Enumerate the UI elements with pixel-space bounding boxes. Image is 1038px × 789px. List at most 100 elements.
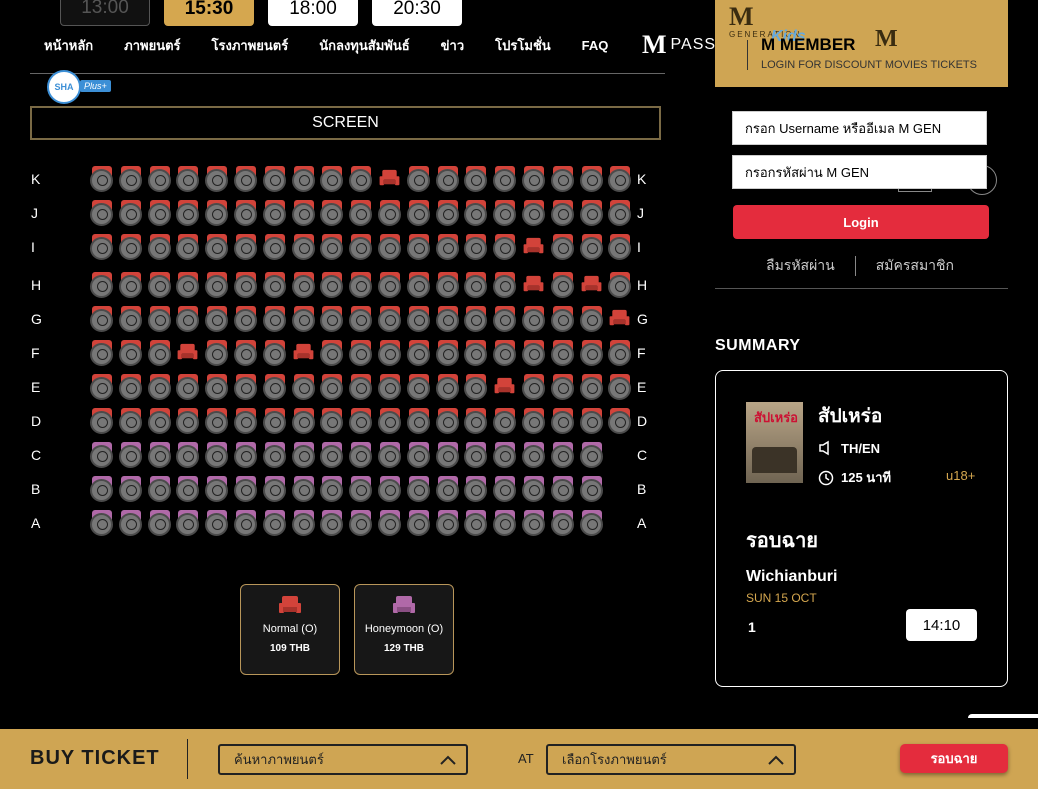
seat-f13[interactable] <box>436 340 460 366</box>
seat-e13[interactable] <box>436 374 460 400</box>
seat-j15[interactable] <box>493 200 517 226</box>
seat-b18[interactable] <box>580 476 604 502</box>
seat-a12[interactable] <box>407 510 431 536</box>
seat-h15[interactable] <box>493 272 517 298</box>
seat-f14[interactable] <box>464 340 488 366</box>
seat-j9[interactable] <box>320 200 344 226</box>
seat-h19[interactable] <box>608 272 632 298</box>
seat-b8[interactable] <box>292 476 316 502</box>
seat-j2[interactable] <box>119 200 143 226</box>
seat-f9[interactable] <box>320 340 344 366</box>
seat-a14[interactable] <box>464 510 488 536</box>
seat-f7[interactable] <box>263 340 287 366</box>
seat-a9[interactable] <box>320 510 344 536</box>
seat-f1[interactable] <box>90 340 114 366</box>
password-input[interactable]: กรอกรหัสผ่าน M GEN <box>732 155 987 189</box>
seat-h7[interactable] <box>263 272 287 298</box>
seat-e17[interactable] <box>551 374 575 400</box>
seat-j4[interactable] <box>176 200 200 226</box>
seat-i6[interactable] <box>234 234 258 260</box>
seat-g3[interactable] <box>148 306 172 332</box>
seat-a15[interactable] <box>493 510 517 536</box>
seat-e19[interactable] <box>608 374 632 400</box>
seat-e3[interactable] <box>148 374 172 400</box>
seat-g16[interactable] <box>522 306 546 332</box>
seat-h18[interactable] <box>580 272 604 298</box>
seat-d12[interactable] <box>407 408 431 434</box>
seat-g10[interactable] <box>349 306 373 332</box>
nav-investor[interactable]: นักลงทุนสัมพันธ์ <box>319 35 409 56</box>
seat-k9[interactable] <box>320 166 344 192</box>
seat-j17[interactable] <box>551 200 575 226</box>
seat-a7[interactable] <box>263 510 287 536</box>
seat-k14[interactable] <box>464 166 488 192</box>
seat-k11[interactable] <box>378 166 402 192</box>
seat-g19[interactable] <box>608 306 632 332</box>
seat-j11[interactable] <box>378 200 402 226</box>
seat-e7[interactable] <box>263 374 287 400</box>
seat-f4[interactable] <box>176 340 200 366</box>
seat-b2[interactable] <box>119 476 143 502</box>
seat-h6[interactable] <box>234 272 258 298</box>
seat-h10[interactable] <box>349 272 373 298</box>
seat-e2[interactable] <box>119 374 143 400</box>
seat-j1[interactable] <box>90 200 114 226</box>
seat-a3[interactable] <box>148 510 172 536</box>
login-button[interactable]: Login <box>733 205 989 239</box>
seat-g6[interactable] <box>234 306 258 332</box>
seat-b15[interactable] <box>493 476 517 502</box>
seat-a6[interactable] <box>234 510 258 536</box>
seat-h13[interactable] <box>436 272 460 298</box>
seat-e12[interactable] <box>407 374 431 400</box>
seat-f16[interactable] <box>522 340 546 366</box>
seat-f11[interactable] <box>378 340 402 366</box>
seat-c9[interactable] <box>320 442 344 468</box>
seat-e10[interactable] <box>349 374 373 400</box>
seat-a16[interactable] <box>522 510 546 536</box>
seat-h2[interactable] <box>119 272 143 298</box>
seat-i17[interactable] <box>551 234 575 260</box>
seat-c1[interactable] <box>90 442 114 468</box>
seat-i13[interactable] <box>436 234 460 260</box>
seat-c3[interactable] <box>148 442 172 468</box>
seat-k19[interactable] <box>608 166 632 192</box>
seat-c13[interactable] <box>436 442 460 468</box>
seat-k1[interactable] <box>90 166 114 192</box>
nav-news[interactable]: ข่าว <box>441 35 465 56</box>
seat-e5[interactable] <box>205 374 229 400</box>
seat-i2[interactable] <box>119 234 143 260</box>
seat-c10[interactable] <box>349 442 373 468</box>
seat-f18[interactable] <box>580 340 604 366</box>
seat-e9[interactable] <box>320 374 344 400</box>
seat-f15[interactable] <box>493 340 517 366</box>
seat-k12[interactable] <box>407 166 431 192</box>
seat-a8[interactable] <box>292 510 316 536</box>
seat-e8[interactable] <box>292 374 316 400</box>
seat-f8[interactable] <box>292 340 316 366</box>
seat-c12[interactable] <box>407 442 431 468</box>
seat-b3[interactable] <box>148 476 172 502</box>
seat-j3[interactable] <box>148 200 172 226</box>
seat-c15[interactable] <box>493 442 517 468</box>
seat-a1[interactable] <box>90 510 114 536</box>
seat-g17[interactable] <box>551 306 575 332</box>
seat-j19[interactable] <box>608 200 632 226</box>
seat-k6[interactable] <box>234 166 258 192</box>
cinema-select[interactable]: เลือกโรงภาพยนตร์ <box>546 744 796 775</box>
username-input[interactable]: กรอก Username หรืออีเมล M GEN <box>732 111 987 145</box>
seat-a10[interactable] <box>349 510 373 536</box>
seat-c16[interactable] <box>522 442 546 468</box>
seat-j5[interactable] <box>205 200 229 226</box>
seat-f3[interactable] <box>148 340 172 366</box>
seat-d13[interactable] <box>436 408 460 434</box>
seat-j8[interactable] <box>292 200 316 226</box>
seat-d9[interactable] <box>320 408 344 434</box>
seat-d18[interactable] <box>580 408 604 434</box>
seat-k13[interactable] <box>436 166 460 192</box>
seat-d10[interactable] <box>349 408 373 434</box>
seat-c11[interactable] <box>378 442 402 468</box>
seat-a4[interactable] <box>176 510 200 536</box>
seat-a5[interactable] <box>205 510 229 536</box>
seat-a18[interactable] <box>580 510 604 536</box>
seat-j16[interactable] <box>522 200 546 226</box>
